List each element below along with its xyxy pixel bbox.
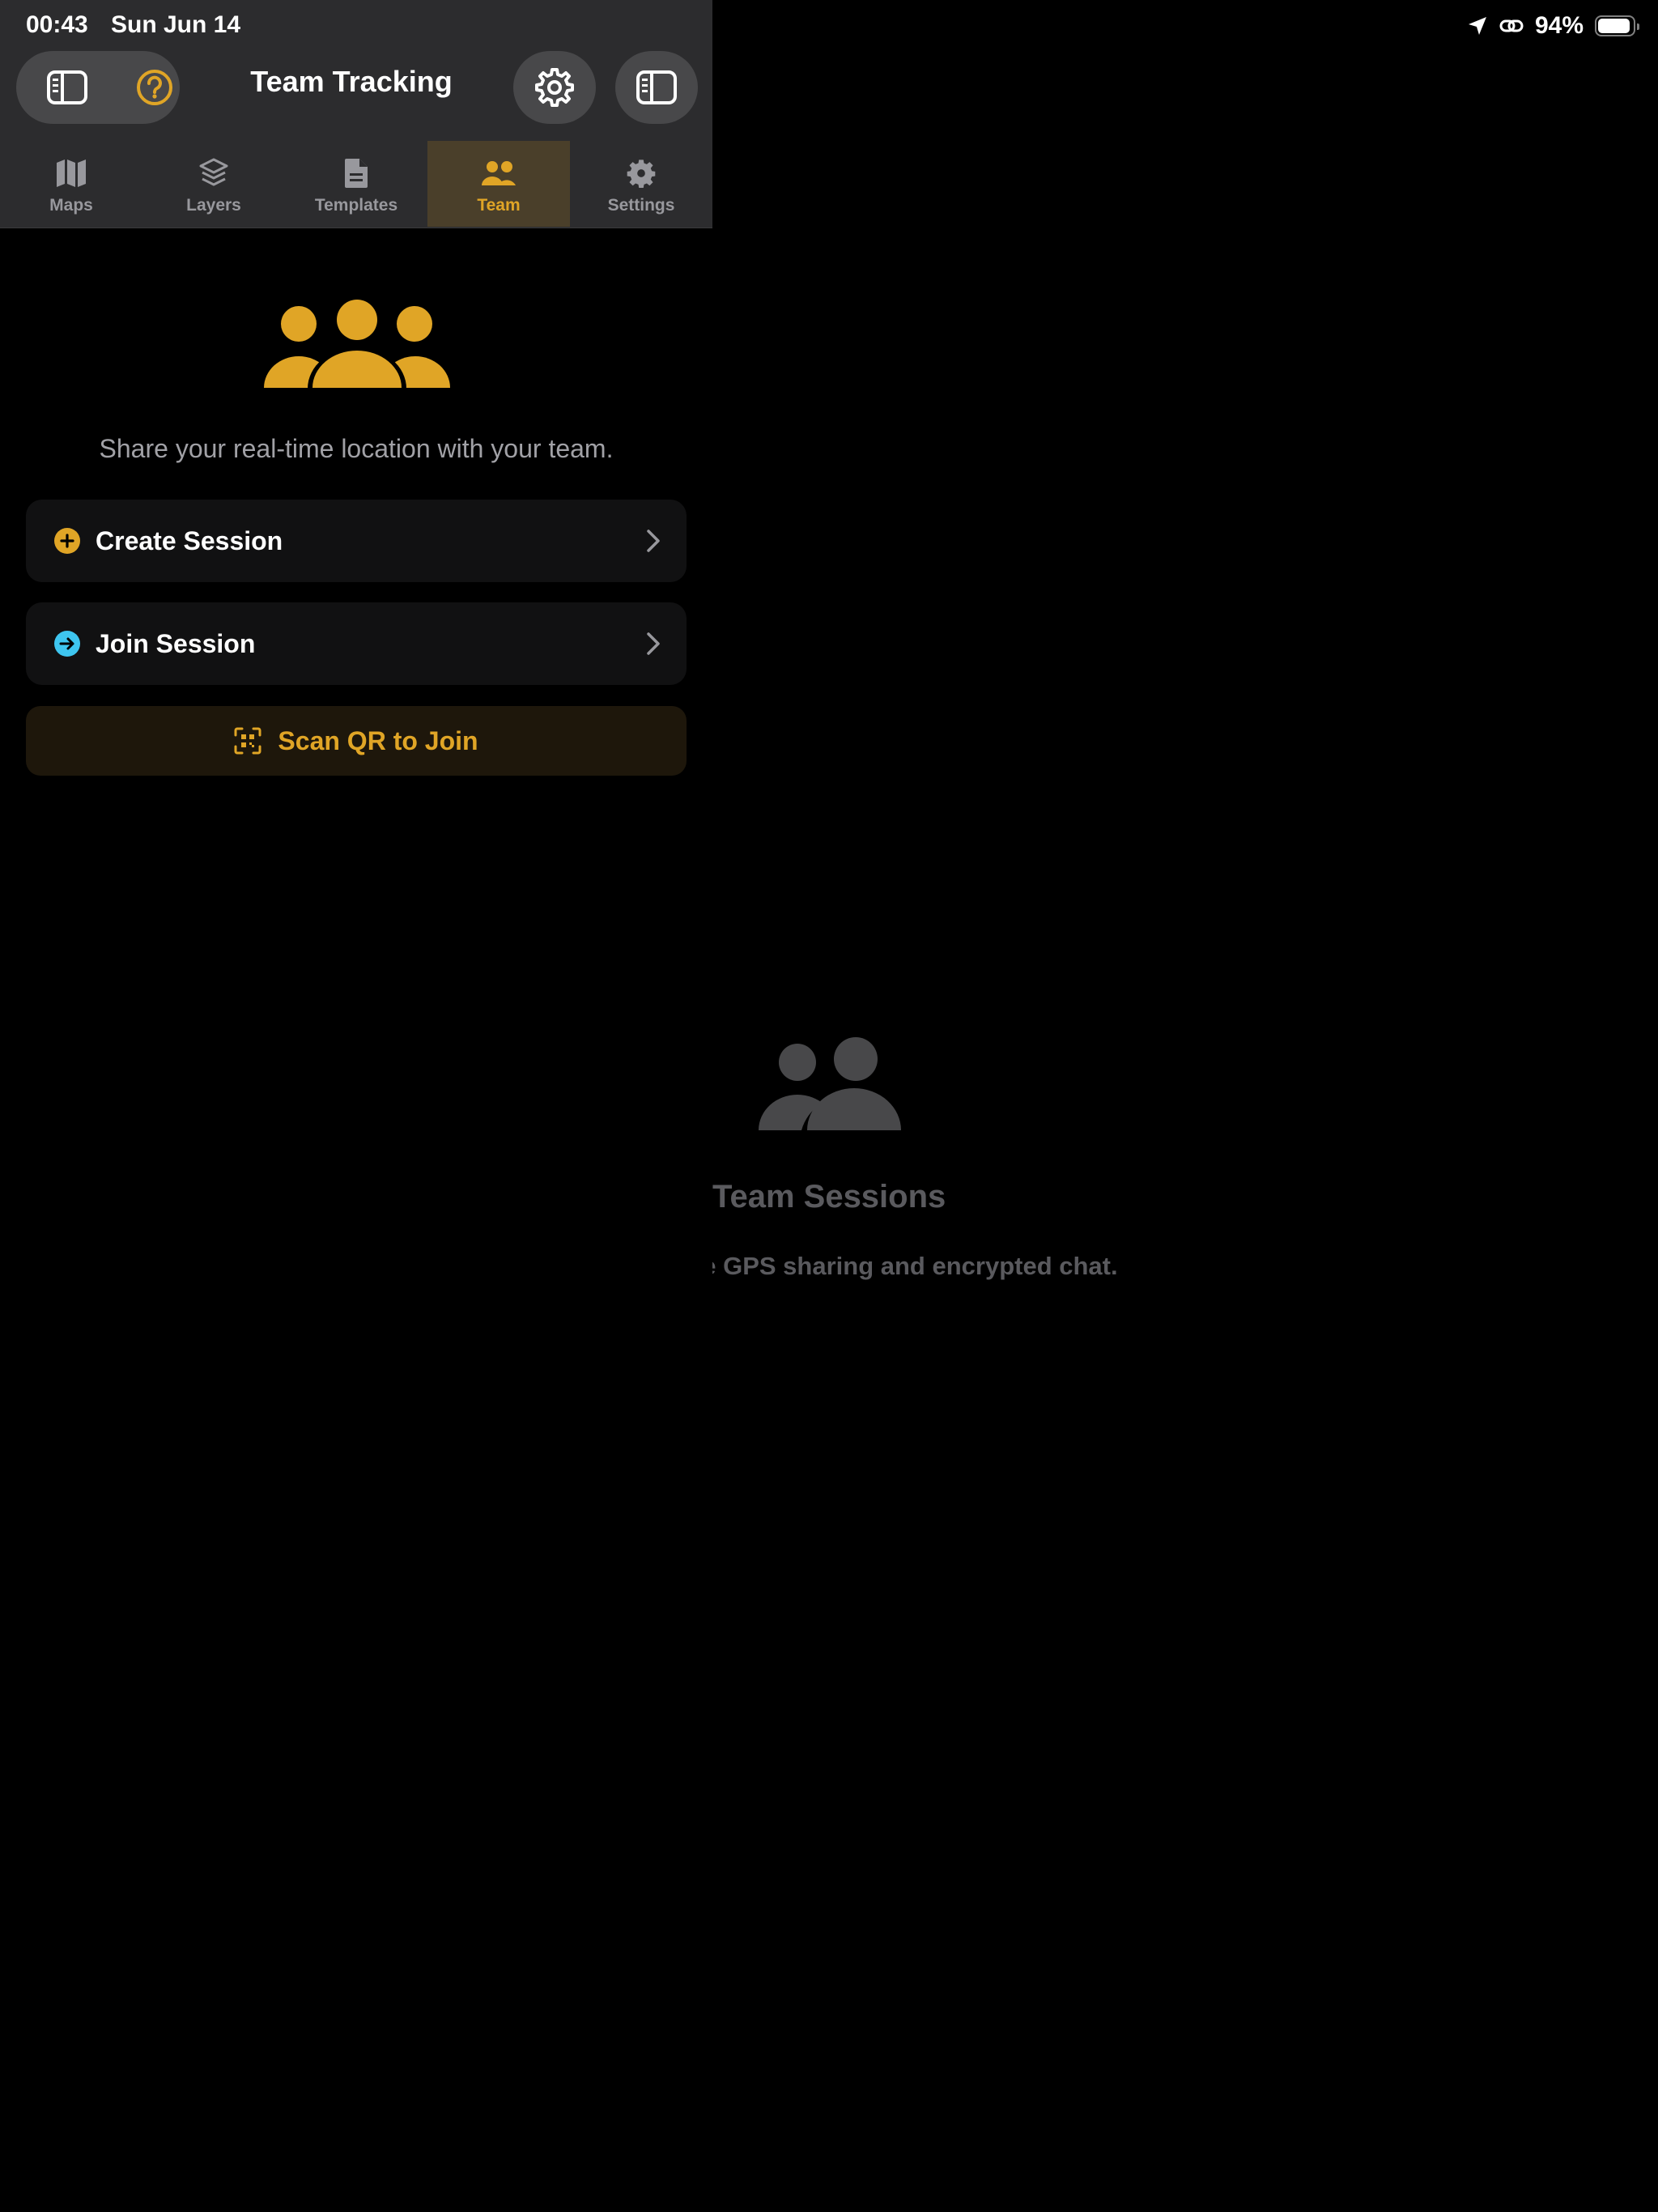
link-icon <box>1499 19 1524 32</box>
tab-label: Layers <box>186 196 241 215</box>
arrow-circle-icon <box>54 631 80 657</box>
tab-team[interactable]: Team <box>427 141 570 227</box>
qr-scan-icon <box>234 727 261 755</box>
battery-icon <box>1595 15 1639 36</box>
tab-maps[interactable]: Maps <box>0 141 142 227</box>
status-date: Sun Jun 14 <box>111 11 241 38</box>
sidebar-toggle-icon <box>47 70 87 104</box>
team-icon <box>482 161 516 185</box>
location-arrow-icon <box>1468 17 1486 35</box>
battery-fill <box>1598 19 1630 33</box>
sidebar-toggle-icon <box>636 70 677 104</box>
page-title: Team Tracking <box>250 65 453 98</box>
chevron-right-icon <box>647 530 660 552</box>
scan-qr-label: Scan QR to Join <box>278 725 478 755</box>
tab-settings[interactable]: Settings <box>570 141 712 227</box>
join-session-label: Join Session <box>96 628 256 658</box>
document-icon <box>345 159 368 188</box>
help-icon <box>137 70 172 105</box>
header-left-button-group <box>16 51 180 124</box>
tab-label: Settings <box>607 196 675 215</box>
sidebar-toggle-button[interactable] <box>31 51 104 124</box>
sidebar-right-toggle-button[interactable] <box>615 51 698 124</box>
people-icon <box>759 1036 901 1130</box>
detail-subtitle-container: ve GPS sharing and encrypted chat. <box>712 1252 1658 1287</box>
tab-templates[interactable]: Templates <box>285 141 427 227</box>
gear-icon <box>535 68 574 107</box>
tab-bar: Maps Layers Templates Team Settings <box>0 141 712 227</box>
tagline: Share your real-time location with your … <box>99 434 614 463</box>
status-indicators: 94% <box>1467 11 1639 40</box>
tab-layers[interactable]: Layers <box>142 141 285 227</box>
tab-label: Team <box>477 196 521 215</box>
tab-label: Maps <box>49 196 93 215</box>
settings-button[interactable] <box>513 51 596 124</box>
battery-percent: 94% <box>1534 12 1584 39</box>
plus-circle-icon <box>54 528 80 554</box>
map-icon <box>57 160 86 187</box>
chevron-right-icon <box>647 632 660 655</box>
gear-icon <box>627 160 656 188</box>
create-session-label: Create Session <box>96 525 283 555</box>
status-time: 00:43 <box>26 11 88 38</box>
create-session-row[interactable]: Create Session <box>26 500 687 582</box>
join-session-row[interactable]: Join Session <box>26 602 687 685</box>
app-root: Team Tracking Maps Layers Templates Team… <box>0 0 1658 2212</box>
layers-icon <box>199 158 228 186</box>
detail-title: Team Sessions <box>712 1179 946 1214</box>
sidebar-header: Team Tracking Maps Layers Templates Team… <box>0 0 712 228</box>
tab-label: Templates <box>314 196 398 215</box>
team-hero-icon <box>264 298 450 389</box>
sidebar: Team Tracking Maps Layers Templates Team… <box>0 0 712 2212</box>
detail-subtitle: ve GPS sharing and encrypted chat. <box>712 1252 1118 1280</box>
scan-qr-button[interactable]: Scan QR to Join <box>26 706 687 776</box>
